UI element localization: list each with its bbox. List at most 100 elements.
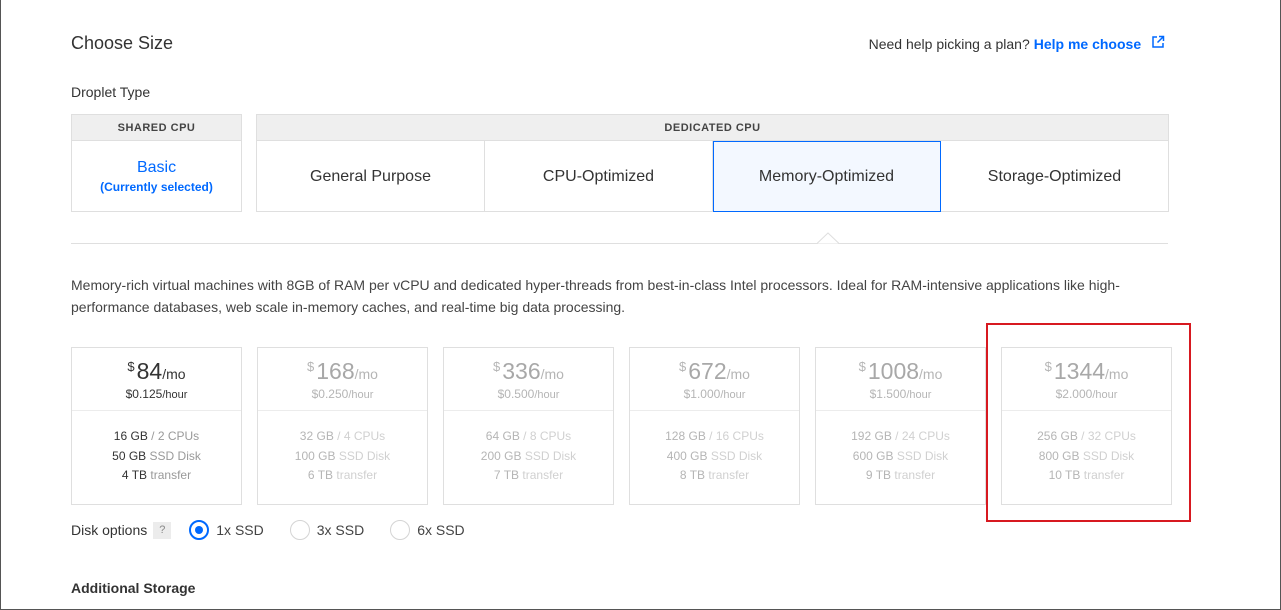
plan-card[interactable]: $ 336 /mo $0.500/hour 64 GB / 8 CPUs 200… [443,347,614,505]
shared-cpu-group: SHARED CPU Basic (Currently selected) [71,114,242,212]
selected-tab-caret [817,232,839,254]
plan-specs: 192 GB / 24 CPUs 600 GB SSD Disk 9 TB tr… [816,411,985,486]
plan-description: Memory-rich virtual machines with 8GB of… [71,277,1120,315]
plan-ram: 64 GB [485,429,520,443]
disk-option-6x[interactable]: 6x SSD [390,520,465,540]
plan-specs: 32 GB / 4 CPUs 100 GB SSD Disk 6 TB tran… [258,411,427,486]
price-amount: 84 [136,357,163,384]
price-amount: 168 [316,357,355,384]
hourly-price: $0.125 [125,386,163,401]
plan-price: $ 336 /mo $0.500/hour [444,348,613,411]
price-period: /mo [354,365,378,382]
plan-card[interactable]: $ 672 /mo $1.000/hour 128 GB / 16 CPUs 4… [629,347,800,505]
hourly-price: $0.250 [311,386,349,401]
hourly-unit: /hour [720,388,746,401]
disk-options: Disk options ? 1x SSD 3x SSD 6x SSD [71,520,491,540]
basic-option[interactable]: Basic (Currently selected) [72,141,241,212]
disk-option-label: 1x SSD [216,522,264,538]
price-period: /mo [540,365,564,382]
plan-disk-type: SSD Disk [149,448,201,463]
plan-card[interactable]: $ 84 /mo $0.125/hour 16 GB / 2 CPUs 50 G… [71,347,242,505]
hourly-price: $0.500 [497,386,535,401]
plan-transfer: 6 TB [307,468,334,482]
droplet-type-label: Droplet Type [71,84,151,100]
price-currency: $ [307,358,315,374]
disk-option-label: 6x SSD [417,522,465,538]
disk-options-label: Disk options [71,522,148,538]
price-currency: $ [679,358,687,374]
basic-option-note: (Currently selected) [100,180,213,194]
plan-ram: 16 GB [113,429,148,443]
plan-ram: 128 GB [665,429,706,443]
help-row: Need help picking a plan? Help me choose [869,35,1165,52]
plan-card[interactable]: $ 168 /mo $0.250/hour 32 GB / 4 CPUs 100… [257,347,428,505]
plan-disk-type: SSD Disk [524,448,577,463]
plan-cpus: / 2 CPUs [151,429,200,443]
price-amount: 336 [502,357,541,384]
plan-transfer: 7 TB [493,468,520,482]
tab-cpu-optimized[interactable]: CPU-Optimized [485,141,713,212]
plan-cpus: / 16 CPUs [709,429,764,443]
plan-ram: 32 GB [299,429,334,443]
additional-storage-heading: Additional Storage [71,580,196,596]
section-divider [71,243,1168,244]
plan-transfer-label: transfer [708,468,750,482]
price-currency: $ [493,358,501,374]
plan-transfer-label: transfer [522,468,564,482]
plan-disk: 50 GB [112,448,147,463]
price-period: /mo [919,365,943,382]
external-link-icon [1152,35,1165,48]
dedicated-cpu-group: DEDICATED CPU General Purpose CPU-Optimi… [256,114,1169,212]
shared-cpu-heading: SHARED CPU [72,115,241,141]
plan-disk-type: SSD Disk [338,448,391,463]
hourly-unit: /hour [348,388,374,401]
plan-cpus: / 24 CPUs [895,429,950,443]
page-title: Choose Size [71,33,174,53]
plan-disk: 200 GB [480,448,522,463]
plan-cpus: / 8 CPUs [523,429,572,443]
plan-transfer: 8 TB [679,468,706,482]
plan-disk-type: SSD Disk [710,448,763,463]
highlight-box [986,323,1191,522]
hourly-unit: /hour [162,388,188,401]
plan-price: $ 1008 /mo $1.500/hour [816,348,985,411]
plan-disk: 100 GB [294,448,336,463]
plan-disk: 600 GB [852,448,894,463]
plan-price: $ 672 /mo $1.000/hour [630,348,799,411]
plan-transfer-label: transfer [150,468,192,482]
tab-general-purpose[interactable]: General Purpose [257,141,485,212]
plan-disk-type: SSD Disk [896,448,949,463]
plan-specs: 16 GB / 2 CPUs 50 GB SSD Disk 4 TB trans… [72,411,241,486]
plan-cpus: / 4 CPUs [337,429,386,443]
help-text: Need help picking a plan? [868,35,1030,52]
price-amount: 672 [688,357,727,384]
price-currency: $ [858,358,866,374]
price-currency: $ [127,358,135,374]
disk-option-label: 3x SSD [316,522,365,538]
plan-price: $ 84 /mo $0.125/hour [72,348,241,411]
hourly-price: $1.000 [683,386,721,401]
radio-button[interactable] [390,520,411,540]
tab-storage-optimized[interactable]: Storage-Optimized [941,141,1168,212]
help-me-choose-link[interactable]: Help me choose [1034,35,1165,52]
plan-transfer-label: transfer [336,468,378,482]
hourly-unit: /hour [906,388,932,401]
dedicated-tabs: General Purpose CPU-Optimized Memory-Opt… [257,141,1168,212]
dedicated-cpu-heading: DEDICATED CPU [257,115,1168,141]
plan-transfer: 4 TB [121,468,148,482]
disk-option-1x[interactable]: 1x SSD [189,520,264,540]
disk-option-3x[interactable]: 3x SSD [289,520,365,540]
radio-button[interactable] [289,520,310,540]
disk-options-help-icon[interactable]: ? [153,521,172,539]
radio-button[interactable] [189,520,210,540]
price-amount: 1008 [867,357,920,384]
plan-card[interactable]: $ 1008 /mo $1.500/hour 192 GB / 24 CPUs … [815,347,986,505]
plan-transfer: 9 TB [865,468,892,482]
plan-specs: 128 GB / 16 CPUs 400 GB SSD Disk 8 TB tr… [630,411,799,486]
tab-memory-optimized[interactable]: Memory-Optimized [713,141,941,212]
hourly-price: $1.500 [869,386,907,401]
plan-ram: 192 GB [851,429,892,443]
plan-disk: 400 GB [666,448,708,463]
hourly-unit: /hour [534,388,560,401]
plan-specs: 64 GB / 8 CPUs 200 GB SSD Disk 7 TB tran… [444,411,613,486]
